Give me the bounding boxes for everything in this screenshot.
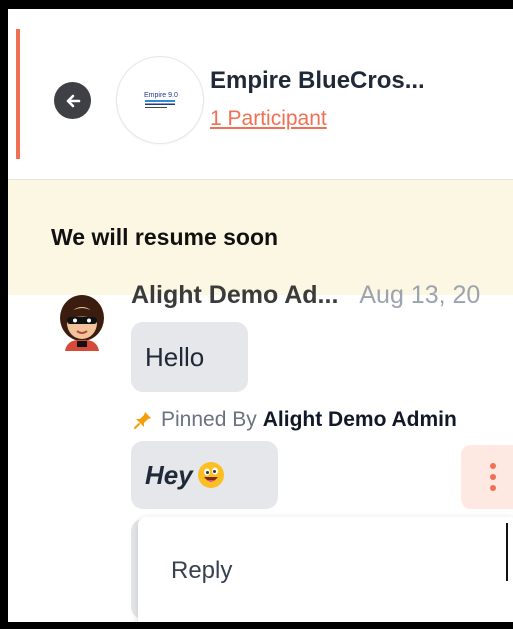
message-meta: Alight Demo Ad... Aug 13, 20 [131,281,480,311]
message-text-hey: Hey [145,459,193,490]
message-time: Aug 13, 20 [359,281,481,309]
more-dot [490,474,496,480]
message-text-hello: Hello [145,341,205,372]
empire-logo-graphic: Empire 9.0 [144,92,178,108]
message-bubble-hello[interactable]: Hello [131,322,248,392]
message-context-menu: Reply [138,517,513,622]
sender-avatar [60,295,104,351]
menu-divider [506,523,508,581]
more-dot [490,485,496,491]
status-banner: We will resume soon [8,180,513,295]
grinning-face-emoji-icon [197,462,224,488]
pinned-indicator: Pinned By Alight Demo Admin [133,405,457,435]
message-more-button[interactable] [461,445,513,509]
reply-menu-item[interactable]: Reply [171,557,232,585]
chat-title: Empire BlueCros... [210,67,425,94]
pinned-by-label: Pinned By [161,408,257,431]
back-arrow-icon [66,94,80,107]
more-dot [490,463,496,469]
banner-text: We will resume soon [51,224,279,250]
participants-link[interactable]: 1 Participant [210,107,327,131]
chat-window: Empire 9.0 Empire BlueCros... 1 Particip… [8,9,513,622]
empire-logo: Empire 9.0 [142,88,178,112]
logo-text: Empire 9.0 [144,92,178,99]
header-accent-bar [16,29,20,159]
chat-header: Empire 9.0 Empire BlueCros... 1 Particip… [8,9,513,180]
back-button[interactable] [54,82,91,119]
pin-icon [134,412,151,429]
group-avatar: Empire 9.0 [116,56,204,144]
sender-name: Alight Demo Ad... [131,281,339,309]
message-bubble-hey[interactable]: Hey [131,441,278,509]
pinned-by-user: Alight Demo Admin [262,408,457,431]
